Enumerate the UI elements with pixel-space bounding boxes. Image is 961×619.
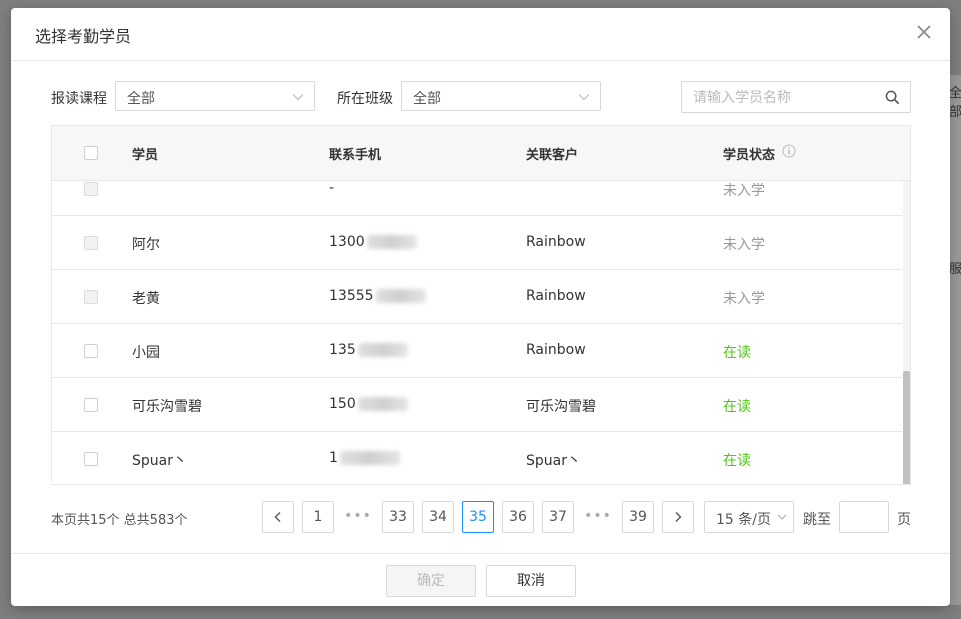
student-status: 在读 <box>723 453 751 469</box>
class-select-value: 全部 <box>413 91 441 107</box>
current-page-button[interactable]: 35 <box>462 501 494 533</box>
student-status: 未入学 <box>723 183 765 199</box>
redacted-blur <box>375 289 426 303</box>
chevron-left-icon <box>274 512 281 522</box>
chevron-down-icon <box>578 94 590 101</box>
course-filter-label: 报读课程 <box>51 91 107 107</box>
prev-page-button[interactable] <box>262 501 294 533</box>
row-checkbox[interactable] <box>84 182 98 196</box>
redacted-blur <box>357 343 408 357</box>
phone-number: - <box>329 181 335 196</box>
redacted-blur <box>366 235 417 249</box>
row-checkbox[interactable] <box>84 236 98 250</box>
chevron-down-icon <box>292 94 304 101</box>
pagination: 本页共15个 总共583个 1 ••• 33 34 35 36 37 ••• 3… <box>51 501 911 533</box>
course-select-value: 全部 <box>127 91 155 107</box>
phone-number-cell: 1 <box>329 450 400 466</box>
phone-number-cell: 135 <box>329 342 408 358</box>
info-icon[interactable] <box>782 144 796 158</box>
cancel-button[interactable]: 取消 <box>486 565 576 597</box>
student-status: 未入学 <box>723 237 765 253</box>
student-status: 在读 <box>723 399 751 415</box>
jump-to-label: 跳至 <box>803 512 831 528</box>
confirm-button[interactable]: 确定 <box>386 565 476 597</box>
page-button[interactable]: 1 <box>302 501 334 533</box>
table-row[interactable]: - 未入学 <box>52 181 902 216</box>
phone-number: 1300 <box>329 234 365 250</box>
student-search-input[interactable] <box>683 83 885 113</box>
page-button[interactable]: 34 <box>422 501 454 533</box>
next-page-button[interactable] <box>662 501 694 533</box>
phone-number: 1 <box>329 450 338 466</box>
student-status: 未入学 <box>723 291 765 307</box>
chevron-right-icon <box>675 512 682 522</box>
linked-customer: Rainbow <box>526 342 586 358</box>
linked-customer: 可乐沟雪碧 <box>526 399 596 415</box>
page-ellipsis[interactable]: ••• <box>582 501 614 533</box>
table-header: 学员 联系手机 关联客户 学员状态 <box>52 126 910 181</box>
pagination-summary: 本页共15个 总共583个 <box>51 513 188 528</box>
column-header-phone: 联系手机 <box>329 148 382 163</box>
jump-to-page-input[interactable] <box>839 501 889 533</box>
students-table: 学员 联系手机 关联客户 学员状态 - 未入学 阿尔 1300 Rainbow … <box>51 125 911 485</box>
background-text: 全部 <box>949 86 961 120</box>
phone-number-cell: 1300 <box>329 234 417 250</box>
redacted-blur <box>357 397 408 411</box>
course-select[interactable]: 全部 <box>115 81 315 111</box>
student-name: 小园 <box>132 345 160 361</box>
search-icon[interactable] <box>885 90 900 105</box>
row-checkbox[interactable] <box>84 398 98 412</box>
modal-title: 选择考勤学员 <box>35 27 132 46</box>
page-unit-label: 页 <box>897 512 911 528</box>
page-button[interactable]: 36 <box>502 501 534 533</box>
table-row[interactable]: 老黄 13555 Rainbow 未入学 <box>52 270 902 324</box>
student-search-box <box>681 81 911 113</box>
chevron-down-icon <box>777 514 787 520</box>
student-name: 老黄 <box>132 291 160 307</box>
page-button[interactable]: 33 <box>382 501 414 533</box>
column-header-customer: 关联客户 <box>526 148 579 163</box>
phone-number-cell: 150 <box>329 396 408 412</box>
page-size-select[interactable]: 15 条/页 <box>704 501 794 533</box>
table-row[interactable]: Spuar丶 1 Spuar丶 在读 <box>52 432 902 484</box>
row-checkbox[interactable] <box>84 344 98 358</box>
column-header-status: 学员状态 <box>723 148 776 163</box>
table-row[interactable]: 可乐沟雪碧 150 可乐沟雪碧 在读 <box>52 378 902 432</box>
table-row[interactable]: 小园 135 Rainbow 在读 <box>52 324 902 378</box>
class-filter-label: 所在班级 <box>337 91 393 107</box>
student-status: 在读 <box>723 345 751 361</box>
page-size-value: 15 条/页 <box>716 512 771 528</box>
class-select[interactable]: 全部 <box>401 81 601 111</box>
table-scrollbar-thumb[interactable] <box>903 371 910 484</box>
column-header-student: 学员 <box>132 148 159 163</box>
linked-customer: Rainbow <box>526 234 586 250</box>
row-checkbox[interactable] <box>84 290 98 304</box>
page-button[interactable]: 37 <box>542 501 574 533</box>
filter-bar: 报读课程 全部 所在班级 全部 <box>51 81 911 113</box>
linked-customer: Rainbow <box>526 288 586 304</box>
modal-header: 选择考勤学员 <box>11 8 950 61</box>
phone-number: 135 <box>329 342 356 358</box>
table-row[interactable]: 阿尔 1300 Rainbow 未入学 <box>52 216 902 270</box>
phone-number: 150 <box>329 396 356 412</box>
student-name: Spuar丶 <box>132 453 187 469</box>
close-icon[interactable] <box>914 22 934 42</box>
phone-number: 13555 <box>329 288 374 304</box>
phone-number-cell: 13555 <box>329 288 426 304</box>
modal-footer: 确定 取消 <box>11 553 950 607</box>
table-body: - 未入学 阿尔 1300 Rainbow 未入学 老黄 13555 Rainb… <box>52 181 902 484</box>
page-ellipsis[interactable]: ••• <box>342 501 374 533</box>
row-checkbox[interactable] <box>84 452 98 466</box>
background-text: 服 <box>949 262 961 277</box>
background-overlay-strip <box>949 75 961 605</box>
select-all-checkbox[interactable] <box>84 146 98 160</box>
student-name: 可乐沟雪碧 <box>132 399 202 415</box>
student-name: 阿尔 <box>132 237 160 253</box>
redacted-blur <box>339 451 400 465</box>
linked-customer: Spuar丶 <box>526 453 581 469</box>
page-button[interactable]: 39 <box>622 501 654 533</box>
select-attendance-students-modal: 选择考勤学员 报读课程 全部 所在班级 全部 请输入学员名称 学员 联系手机 关… <box>11 8 950 606</box>
